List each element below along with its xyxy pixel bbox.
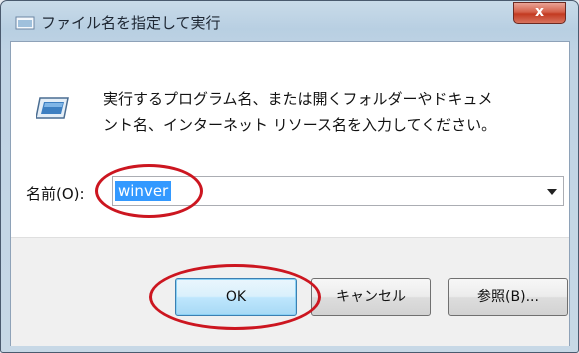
run-dialog-window: ファイル名を指定して実行 x 実行するプログラム名、または開くフォルダーやドキュ… — [0, 0, 579, 353]
close-button[interactable]: x — [513, 2, 566, 24]
browse-button[interactable]: 参照(B)... — [448, 278, 568, 316]
cancel-button[interactable]: キャンセル — [311, 278, 431, 316]
chevron-down-icon[interactable] — [547, 189, 557, 195]
instruction-text: 実行するプログラム名、または開くフォルダーやドキュメ ント名、インターネット リ… — [103, 90, 497, 134]
run-program-icon — [36, 97, 69, 119]
title-bar[interactable]: ファイル名を指定して実行 x — [1, 1, 578, 41]
annotation-circle-input — [95, 164, 203, 218]
name-label: 名前(O): — [26, 185, 85, 203]
window-title: ファイル名を指定して実行 — [41, 14, 221, 32]
run-window-icon — [15, 16, 35, 30]
dialog-body: 実行するプログラム名、または開くフォルダーやドキュメ ント名、インターネット リ… — [10, 41, 570, 346]
annotation-circle-ok — [149, 264, 321, 330]
